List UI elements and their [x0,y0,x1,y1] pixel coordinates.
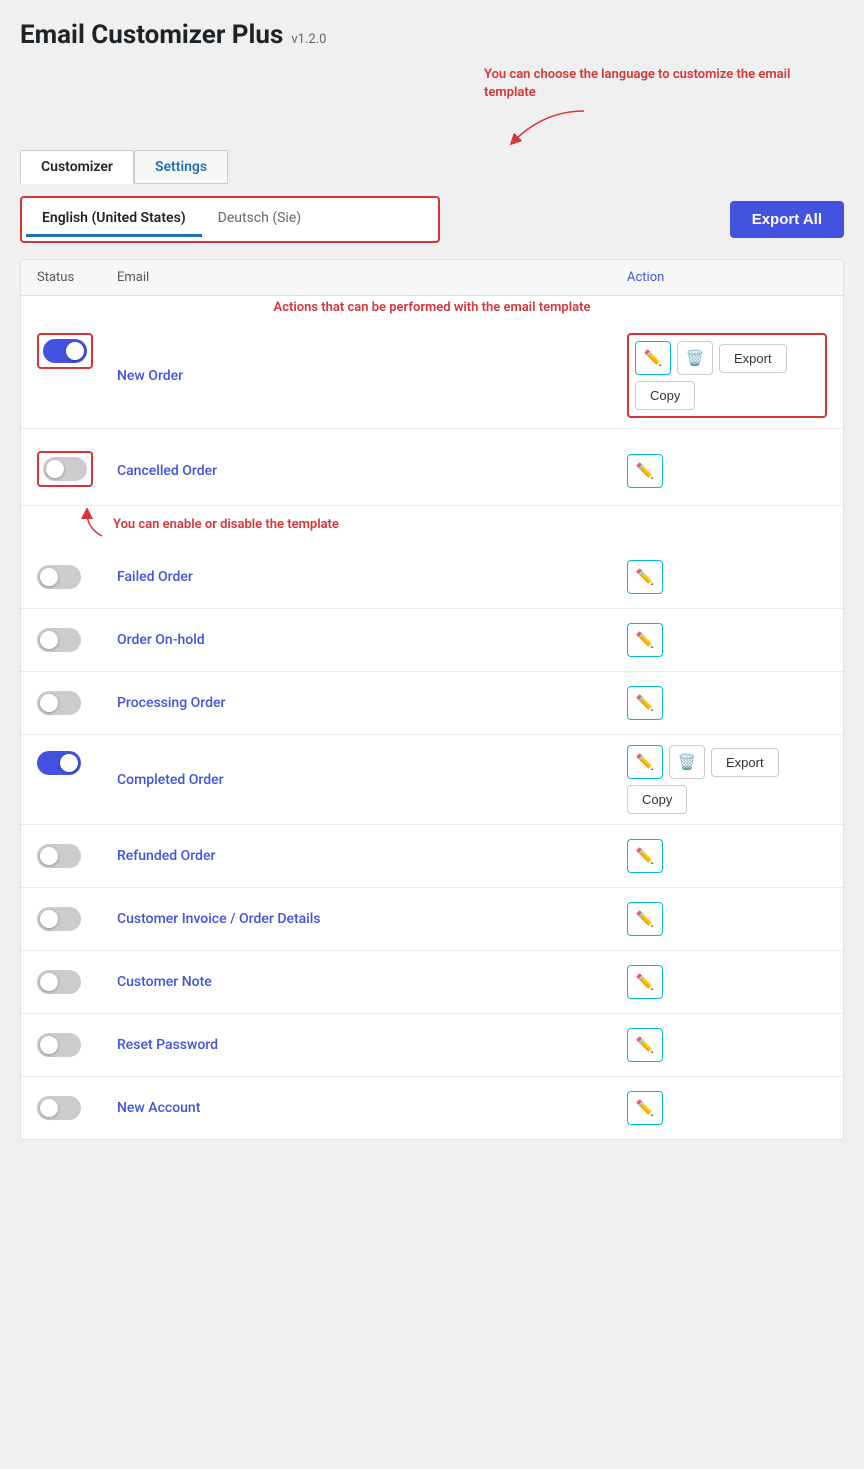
customer-note-actions: ✏️ [627,965,827,999]
table-row: Reset Password ✏️ [21,1014,843,1077]
new-account-edit-button[interactable]: ✏️ [627,1091,663,1125]
pencil-icon: ✏️ [636,462,655,480]
table-header: Status Email Action [21,260,843,296]
processing-order-actions: ✏️ [627,686,827,720]
reset-password-actions: ✏️ [627,1028,827,1062]
new-order-copy-button[interactable]: Copy [635,381,695,410]
export-all-button[interactable]: Export All [730,201,844,238]
completed-order-edit-button[interactable]: ✏️ [627,745,663,779]
pencil-icon: ✏️ [636,753,655,771]
table-row: New Account ✏️ [21,1077,843,1139]
completed-order-copy-button[interactable]: Copy [627,785,687,814]
customer-note-label: Customer Note [117,974,627,990]
pencil-icon: ✏️ [636,847,655,865]
reset-password-edit-button[interactable]: ✏️ [627,1028,663,1062]
pencil-icon: ✏️ [636,1036,655,1054]
pencil-icon: ✏️ [636,568,655,586]
new-order-edit-button[interactable]: ✏️ [635,341,671,375]
lang-tab-deutsch[interactable]: Deutsch (Sie) [202,202,317,237]
language-tabs: English (United States) Deutsch (Sie) [20,196,440,243]
page-header: Email Customizer Plus v1.2.0 [20,20,844,50]
processing-order-toggle[interactable] [37,691,81,715]
refunded-order-label: Refunded Order [117,848,627,864]
customer-invoice-edit-button[interactable]: ✏️ [627,902,663,936]
order-onhold-toggle[interactable] [37,628,81,652]
trash-icon: 🗑️ [678,753,697,771]
toggle-annotation-block: You can enable or disable the template [21,506,843,546]
completed-order-delete-button[interactable]: 🗑️ [669,745,705,779]
nav-tabs: Customizer Settings [20,150,844,184]
table-row: New Order ✏️ 🗑️ Export Copy [21,323,843,429]
new-order-delete-button[interactable]: 🗑️ [677,341,713,375]
refunded-order-edit-button[interactable]: ✏️ [627,839,663,873]
customer-note-toggle[interactable] [37,970,81,994]
table-row: Cancelled Order ✏️ [21,437,843,506]
cancelled-order-toggle[interactable] [43,457,87,481]
new-order-export-button[interactable]: Export [719,344,787,373]
tab-customizer[interactable]: Customizer [20,150,134,184]
pencil-icon: ✏️ [636,1099,655,1117]
page-container: Email Customizer Plus v1.2.0 You can cho… [20,20,844,1140]
completed-order-actions: ✏️ 🗑️ Export Copy [627,745,827,814]
customer-invoice-toggle[interactable] [37,907,81,931]
cancelled-order-actions: ✏️ [627,454,827,488]
customer-invoice-label: Customer Invoice / Order Details [117,911,627,927]
col-email: Email [117,270,627,285]
new-order-toggle[interactable] [43,339,87,363]
table-row: Completed Order ✏️ 🗑️ Export Copy [21,735,843,825]
toggle-annotation-text: You can enable or disable the template [113,516,339,534]
new-account-actions: ✏️ [627,1091,827,1125]
col-status: Status [37,270,117,285]
table-row: Order On-hold ✏️ [21,609,843,672]
order-onhold-edit-button[interactable]: ✏️ [627,623,663,657]
order-onhold-label: Order On-hold [117,632,627,648]
pencil-icon: ✏️ [636,694,655,712]
customer-invoice-actions: ✏️ [627,902,827,936]
language-annotation: You can choose the language to customize… [484,66,824,102]
new-account-toggle[interactable] [37,1096,81,1120]
completed-order-label: Completed Order [117,772,627,788]
lang-tab-english[interactable]: English (United States) [26,202,202,237]
reset-password-label: Reset Password [117,1037,627,1053]
customer-note-edit-button[interactable]: ✏️ [627,965,663,999]
failed-order-edit-button[interactable]: ✏️ [627,560,663,594]
table-row: Failed Order ✏️ [21,546,843,609]
refunded-order-actions: ✏️ [627,839,827,873]
cancelled-order-label: Cancelled Order [117,463,627,479]
tab-settings[interactable]: Settings [134,150,228,184]
failed-order-toggle[interactable] [37,565,81,589]
table-row: Processing Order ✏️ [21,672,843,735]
new-order-actions: ✏️ 🗑️ Export Copy [627,333,827,418]
new-order-label: New Order [117,368,627,384]
actions-annotation: Actions that can be performed with the e… [21,296,843,323]
new-order-toggle-wrapper [37,333,117,373]
col-action: Action [627,270,827,285]
header-row: English (United States) Deutsch (Sie) Ex… [20,184,844,243]
processing-order-edit-button[interactable]: ✏️ [627,686,663,720]
pencil-icon: ✏️ [636,973,655,991]
reset-password-toggle[interactable] [37,1033,81,1057]
language-annotation-arrow [484,106,604,146]
pencil-icon: ✏️ [644,349,663,367]
pencil-icon: ✏️ [636,910,655,928]
table-row: Refunded Order ✏️ [21,825,843,888]
order-onhold-actions: ✏️ [627,623,827,657]
email-table: Status Email Action Actions that can be … [20,259,844,1140]
processing-order-label: Processing Order [117,695,627,711]
pencil-icon: ✏️ [636,631,655,649]
completed-order-export-button[interactable]: Export [711,748,779,777]
failed-order-label: Failed Order [117,569,627,585]
page-title: Email Customizer Plus [20,20,283,50]
refunded-order-toggle[interactable] [37,844,81,868]
version-badge: v1.2.0 [291,32,326,47]
table-row: Customer Invoice / Order Details ✏️ [21,888,843,951]
table-row: Customer Note ✏️ [21,951,843,1014]
cancelled-order-edit-button[interactable]: ✏️ [627,454,663,488]
new-account-label: New Account [117,1100,627,1116]
completed-order-toggle[interactable] [37,751,81,775]
toggle-annotation-row [21,429,843,437]
toggle-annotation-arrow [77,508,107,538]
failed-order-actions: ✏️ [627,560,827,594]
trash-icon: 🗑️ [686,349,705,367]
